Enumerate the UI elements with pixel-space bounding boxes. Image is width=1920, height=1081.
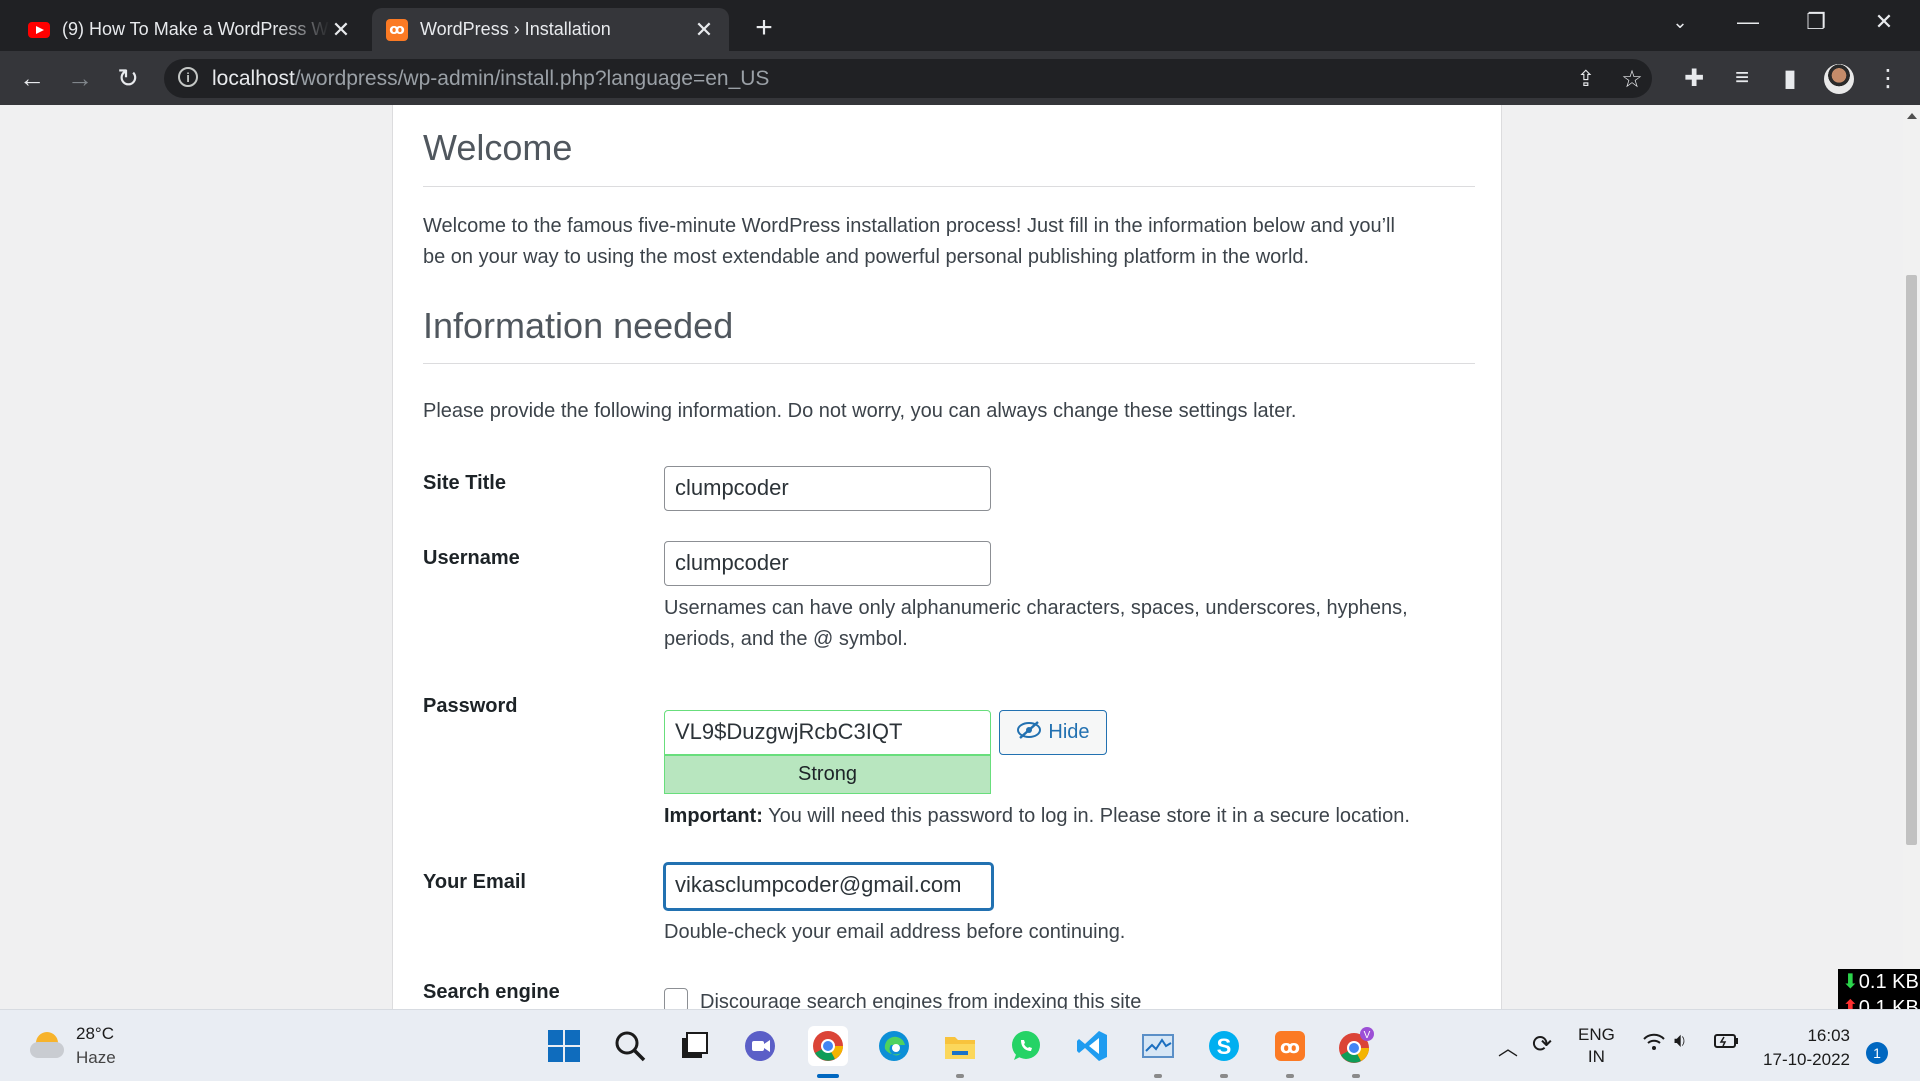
- info-heading: Information needed: [423, 305, 734, 346]
- tab-youtube[interactable]: (9) How To Make a WordPress Website ✕: [14, 8, 366, 51]
- teams-chat-icon[interactable]: [740, 1026, 780, 1066]
- xampp-icon: ꝏ: [386, 18, 408, 41]
- username-input[interactable]: clumpcoder: [664, 541, 991, 586]
- weather-widget[interactable]: 28°C Haze: [76, 1022, 116, 1070]
- tab-search-icon[interactable]: ⌄: [1650, 0, 1710, 44]
- task-view-icon[interactable]: [674, 1026, 714, 1066]
- chrome-icon[interactable]: [808, 1026, 848, 1066]
- tab-title: WordPress › Installation: [420, 19, 611, 39]
- bookmark-star-icon[interactable]: ☆: [1614, 61, 1650, 97]
- password-strength-meter: Strong: [664, 755, 991, 794]
- tab-strip: (9) How To Make a WordPress Website ✕ ꝏ …: [0, 0, 1920, 51]
- battery-icon[interactable]: [1712, 1032, 1740, 1055]
- volume-icon[interactable]: 🔉︎: [1674, 1030, 1687, 1053]
- password-label: Password: [423, 695, 518, 717]
- address-bar[interactable]: i localhost/wordpress/wp-admin/install.p…: [164, 59, 1652, 98]
- site-info-icon[interactable]: i: [178, 67, 198, 87]
- close-window-button[interactable]: ✕: [1854, 0, 1914, 44]
- email-help: Double-check your email address before c…: [664, 921, 1126, 943]
- browser-toolbar: ← → ↻ i localhost/wordpress/wp-admin/ins…: [0, 51, 1920, 105]
- menu-icon[interactable]: ⋮: [1870, 60, 1906, 96]
- file-explorer-icon[interactable]: [940, 1026, 980, 1066]
- scroll-thumb[interactable]: [1906, 275, 1917, 845]
- hide-button-label: Hide: [1048, 721, 1090, 743]
- tray-overflow-chevron-icon[interactable]: ︿: [1498, 1032, 1518, 1061]
- taskbar: 28°C Haze S ꝏ V ︿ ⟳ ENG IN 🔉︎ 16:03 17-1…: [0, 1009, 1920, 1081]
- new-tab-button[interactable]: +: [746, 10, 782, 46]
- skype-icon[interactable]: S: [1204, 1026, 1244, 1066]
- page-scrollbar[interactable]: [1903, 105, 1920, 1009]
- welcome-text: Welcome to the famous five-minute WordPr…: [423, 215, 1395, 268]
- email-input[interactable]: vikasclumpcoder@gmail.com: [664, 863, 993, 910]
- scroll-up-arrow[interactable]: [1907, 113, 1917, 119]
- running-indicator: [817, 1074, 839, 1078]
- task-manager-icon[interactable]: [1138, 1026, 1178, 1066]
- back-icon[interactable]: ←: [14, 60, 50, 96]
- search-engine-label: Search engine: [423, 981, 560, 1003]
- password-input[interactable]: VL9$DuzgwjRcbC3IQT: [664, 710, 991, 755]
- weather-haze-icon[interactable]: [30, 1030, 64, 1060]
- running-indicator: [1286, 1074, 1294, 1078]
- running-indicator: [1352, 1074, 1360, 1078]
- svg-text:V: V: [1364, 1030, 1371, 1041]
- svg-text:S: S: [1217, 1034, 1232, 1059]
- close-tab-icon[interactable]: ✕: [693, 17, 715, 43]
- vscode-icon[interactable]: [1072, 1026, 1112, 1066]
- search-icon[interactable]: [610, 1026, 650, 1066]
- discourage-search-checkbox[interactable]: [664, 988, 688, 1009]
- side-panel-icon[interactable]: ▮: [1772, 60, 1808, 96]
- restore-button[interactable]: ❐: [1786, 0, 1846, 44]
- svg-text:ꝏ: ꝏ: [1280, 1037, 1300, 1058]
- media-control-icon[interactable]: ≡: [1724, 60, 1760, 96]
- edge-icon[interactable]: [874, 1026, 914, 1066]
- youtube-icon: [28, 19, 50, 41]
- url-text[interactable]: localhost/wordpress/wp-admin/install.php…: [212, 67, 769, 91]
- reload-icon[interactable]: ↻: [110, 60, 146, 96]
- language-indicator[interactable]: ENG IN: [1578, 1024, 1615, 1068]
- download-arrow-icon: ⬇: [1842, 971, 1859, 993]
- share-icon[interactable]: ⇪: [1568, 61, 1604, 97]
- chrome-profile-icon[interactable]: V: [1336, 1026, 1376, 1066]
- tab-title: (9) How To Make a WordPress Website: [62, 19, 330, 39]
- running-indicator: [956, 1074, 964, 1078]
- clock[interactable]: 16:03 17-10-2022: [1760, 1024, 1850, 1072]
- running-indicator: [1220, 1074, 1228, 1078]
- wifi-icon[interactable]: [1642, 1032, 1666, 1058]
- close-tab-icon[interactable]: ✕: [330, 17, 352, 43]
- email-label: Your Email: [423, 871, 526, 893]
- tab-wordpress-installation[interactable]: ꝏ WordPress › Installation ✕: [372, 8, 729, 51]
- whatsapp-icon[interactable]: [1006, 1026, 1046, 1066]
- password-important-note: Important: You will need this password t…: [664, 805, 1410, 827]
- extensions-icon[interactable]: ✚: [1676, 60, 1712, 96]
- site-title-input[interactable]: clumpcoder: [664, 466, 991, 511]
- discourage-search-label[interactable]: Discourage search engines from indexing …: [700, 987, 1141, 1009]
- start-icon[interactable]: [544, 1026, 584, 1066]
- site-title-label: Site Title: [423, 472, 506, 494]
- username-help: Usernames can have only alphanumeric cha…: [664, 597, 1408, 650]
- minimize-button[interactable]: —: [1718, 0, 1778, 44]
- username-label: Username: [423, 547, 520, 569]
- running-indicator: [1154, 1074, 1162, 1078]
- page-viewport: Welcome Welcome to the famous five-minut…: [0, 105, 1903, 1009]
- welcome-heading: Welcome: [423, 127, 573, 168]
- eye-slash-icon: [1016, 720, 1042, 746]
- install-card: Welcome Welcome to the famous five-minut…: [392, 105, 1502, 1009]
- info-text: Please provide the following information…: [423, 400, 1297, 422]
- xampp-icon[interactable]: ꝏ: [1270, 1026, 1310, 1066]
- divider: [423, 186, 1475, 187]
- forward-icon[interactable]: →: [62, 60, 98, 96]
- sync-icon[interactable]: ⟳: [1532, 1030, 1552, 1059]
- hide-password-button[interactable]: Hide: [999, 710, 1107, 755]
- profile-avatar[interactable]: [1824, 64, 1854, 94]
- notification-badge[interactable]: 1: [1866, 1042, 1888, 1064]
- divider: [423, 363, 1475, 364]
